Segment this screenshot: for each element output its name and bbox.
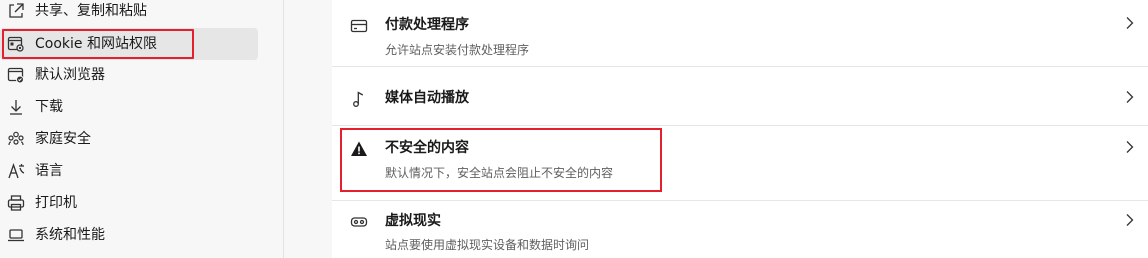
laptop-icon <box>7 226 25 244</box>
sidebar-item-label: 家庭安全 <box>35 131 91 147</box>
setting-row-virtual-reality[interactable]: 虚拟现实 站点要使用虚拟现实设备和数据时询问 <box>332 201 1148 258</box>
vr-headset-icon <box>350 213 368 231</box>
language-icon <box>7 162 25 180</box>
sidebar-item-default-browser[interactable]: 默认浏览器 <box>0 59 258 91</box>
chevron-right-icon <box>1126 17 1134 29</box>
setting-row-insecure-content[interactable]: 不安全的内容 默认情况下，安全站点会阻止不安全的内容 <box>332 126 1148 200</box>
settings-sidebar: 共享、复制和粘贴 Cookie 和网站权限 默认浏览器 下载 家庭安全 语言 打… <box>0 0 284 258</box>
row-title: 不安全的内容 <box>385 140 469 156</box>
sidebar-item-family-safety[interactable]: 家庭安全 <box>0 123 258 155</box>
default-browser-icon <box>7 66 25 84</box>
sidebar-item-label: 共享、复制和粘贴 <box>35 3 147 19</box>
sidebar-item-label: 语言 <box>35 163 63 179</box>
sidebar-item-downloads[interactable]: 下载 <box>0 91 258 123</box>
sidebar-item-label: Cookie 和网站权限 <box>35 36 157 52</box>
site-permissions-panel: 付款处理程序 允许站点安装付款处理程序 媒体自动播放 不安全的内容 默认情况下，… <box>332 0 1148 258</box>
row-description: 允许站点安装付款处理程序 <box>385 43 530 57</box>
sidebar-item-cookies[interactable]: Cookie 和网站权限 <box>0 28 258 60</box>
sidebar-item-label: 默认浏览器 <box>35 67 105 83</box>
printer-icon <box>7 194 25 212</box>
sidebar-item-share[interactable]: 共享、复制和粘贴 <box>0 0 258 27</box>
sidebar-item-label: 系统和性能 <box>35 227 105 243</box>
card-icon <box>350 17 368 35</box>
family-icon <box>7 130 25 148</box>
sidebar-item-label: 下载 <box>35 99 63 115</box>
sidebar-item-printers[interactable]: 打印机 <box>0 187 258 219</box>
setting-row-media-autoplay[interactable]: 媒体自动播放 <box>332 67 1148 125</box>
row-title: 付款处理程序 <box>385 17 469 33</box>
row-description: 默认情况下，安全站点会阻止不安全的内容 <box>385 166 614 180</box>
chevron-right-icon <box>1126 91 1134 103</box>
sidebar-item-languages[interactable]: 语言 <box>0 155 258 187</box>
warning-icon <box>350 140 368 158</box>
download-icon <box>7 98 25 116</box>
site-permissions-icon <box>7 35 25 53</box>
row-title: 虚拟现实 <box>385 213 441 229</box>
share-icon <box>7 2 25 20</box>
sidebar-item-label: 打印机 <box>35 195 77 211</box>
row-description: 站点要使用虚拟现实设备和数据时询问 <box>385 238 590 252</box>
chevron-right-icon <box>1126 141 1134 153</box>
chevron-right-icon <box>1126 214 1134 226</box>
setting-row-payment-handlers[interactable]: 付款处理程序 允许站点安装付款处理程序 <box>332 0 1148 66</box>
row-title: 媒体自动播放 <box>385 90 469 106</box>
music-note-icon <box>350 90 368 108</box>
sidebar-item-system[interactable]: 系统和性能 <box>0 219 258 251</box>
